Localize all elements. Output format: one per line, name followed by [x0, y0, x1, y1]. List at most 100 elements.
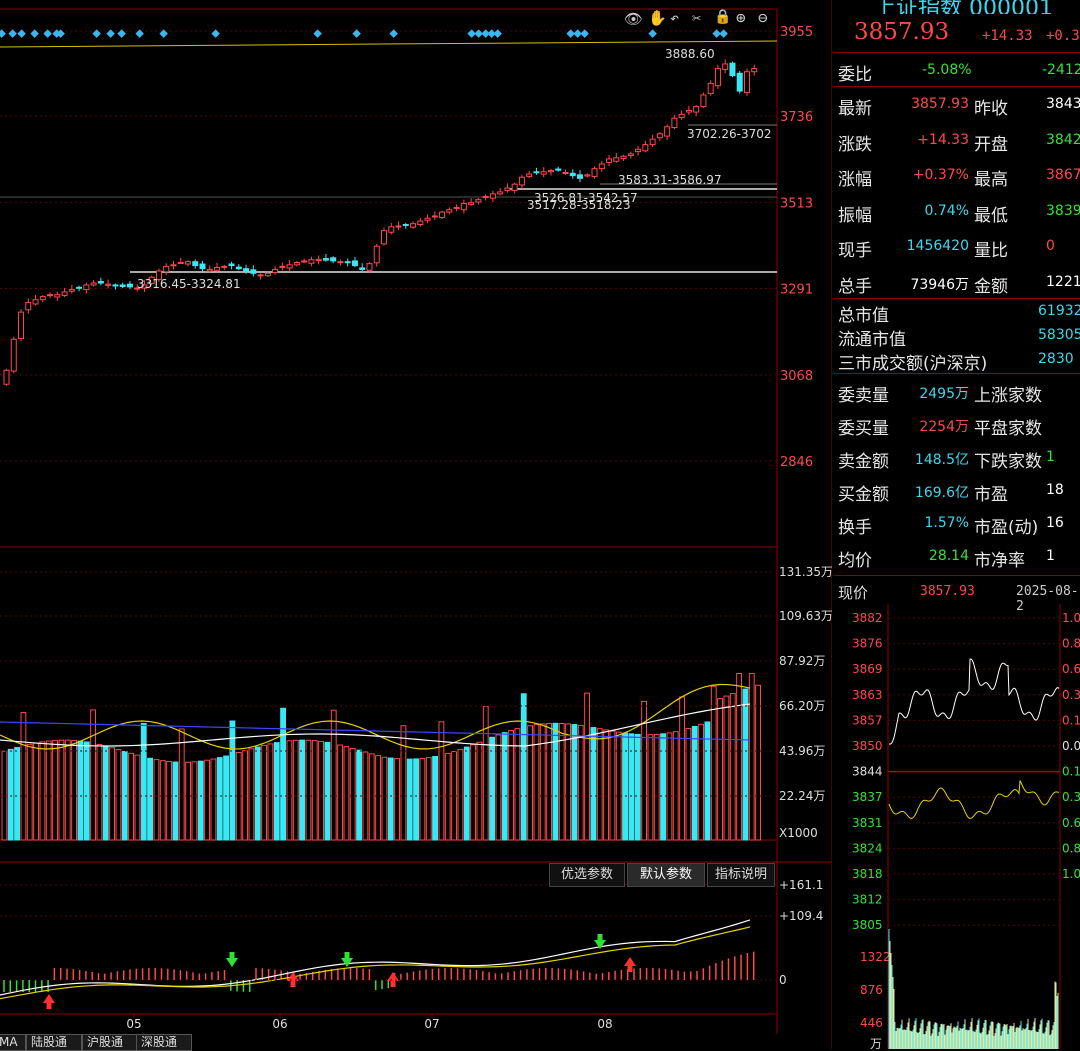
candle-body: [497, 191, 504, 195]
signal-diamond: [106, 29, 115, 38]
candle-body: [555, 168, 562, 171]
candle-body: [199, 263, 206, 270]
market-label: 流通市值: [838, 330, 906, 350]
lock-icon[interactable]: 🔒: [714, 9, 731, 25]
volume-bar: [672, 731, 679, 841]
candle-body: [308, 259, 315, 264]
volume-bar: [26, 743, 33, 841]
volume-bar: [204, 759, 211, 841]
quote-label: 涨跌: [838, 134, 872, 155]
quote-value: 1: [1046, 449, 1055, 465]
candle-body: [221, 265, 228, 268]
candle-body: [25, 301, 32, 311]
quote-value: 2254万: [919, 419, 969, 435]
volume-bar: [736, 672, 743, 841]
signal-diamond: [117, 29, 126, 38]
quote-value: 73946万: [910, 276, 969, 293]
price-annotation: 3583.31-3586.97: [618, 173, 722, 187]
volume-bar: [77, 740, 84, 841]
chart-grid: [0, 0, 832, 1049]
intraday-pct-tick: 0.3: [1062, 688, 1080, 702]
candlestick-chart[interactable]: 3955 3736 3513 3291 3068 2846 3888.60 3702.26-…: [0, 0, 832, 1049]
volume-bar: [691, 725, 698, 841]
intraday-pct-tick: 0.0: [1062, 739, 1080, 753]
quote-value: 1456420: [906, 238, 969, 254]
eye-icon[interactable]: 👁: [624, 10, 643, 28]
intraday-pct-tick: 0.1: [1062, 765, 1080, 779]
default-params-button[interactable]: 默认参数: [627, 863, 705, 887]
quote-label: 平盘家数: [974, 419, 1042, 439]
undo-icon[interactable]: ↶: [670, 9, 679, 27]
candle-body: [743, 71, 750, 94]
volume-bar: [45, 740, 52, 841]
quote-label: 振幅: [838, 205, 872, 226]
tab-sz-connect[interactable]: 深股通: [136, 1034, 192, 1051]
indicator-help-button[interactable]: 指标说明: [707, 863, 775, 887]
hand-icon[interactable]: ✋: [648, 9, 667, 27]
volume-bar: [39, 741, 46, 841]
quote-row: 委卖量 2495万 上涨家数: [836, 376, 1080, 408]
volume-bar: [615, 731, 622, 841]
intraday-price-line: [888, 658, 1060, 745]
candle-body: [468, 202, 475, 205]
candle-body: [126, 283, 133, 288]
scissors-icon[interactable]: ✂: [692, 9, 701, 27]
quote-label: 开盘: [974, 134, 1008, 155]
tab-ma[interactable]: MA: [0, 1034, 26, 1051]
quote-label: 昨收: [974, 99, 1008, 119]
volume-bar: [102, 745, 109, 841]
volume-bar: [565, 723, 572, 841]
candle-body: [170, 264, 177, 267]
preferred-params-button[interactable]: 优选参数: [549, 863, 625, 887]
candle-body: [562, 172, 569, 175]
volume-bar: [115, 749, 122, 841]
candle-body: [163, 265, 170, 273]
candle-body: [337, 261, 344, 264]
volume-tick-label: 22.24万: [779, 789, 825, 803]
intraday-pct-tick: 0.8: [1062, 637, 1080, 651]
candle-body: [598, 163, 605, 170]
volume-bar: [197, 760, 204, 841]
volume-bar: [501, 732, 508, 841]
quote-value: 1221: [1046, 273, 1080, 290]
zoom-in-icon[interactable]: ⊕: [736, 8, 746, 27]
arrow-stem: [390, 981, 396, 987]
volume-bar: [482, 705, 489, 841]
volume-tick-label: 109.63万: [779, 609, 832, 623]
volume-bar: [368, 753, 375, 841]
arrow-stem: [46, 1003, 52, 1009]
weibi-value2: -2412: [1042, 62, 1080, 78]
candle-body: [105, 283, 112, 286]
intraday-price-tick: 3869: [852, 662, 883, 676]
intraday-pct-tick: 0.6: [1062, 816, 1080, 830]
volume-bar: [140, 722, 147, 841]
candle-body: [39, 296, 46, 301]
candle-body: [649, 138, 656, 146]
volume-bar: [590, 727, 597, 841]
volume-bar: [425, 757, 432, 841]
candle-body: [482, 196, 489, 199]
candle-body: [424, 217, 431, 221]
candle-body: [373, 245, 380, 264]
quote-row: 涨幅 +0.37% 最高 3867: [836, 160, 1080, 192]
quote-value: 1.57%: [924, 515, 969, 531]
volume-bar: [387, 757, 394, 841]
intraday-price-tick: 3863: [852, 688, 883, 702]
intraday-chart[interactable]: 3882 1.0 3876 0.8 3869 0.6 3863 0.3 3857 0.1 3850 0…: [834, 604, 1080, 1049]
candle-body: [577, 174, 584, 179]
quote-label: 均价: [838, 551, 872, 571]
candle-body: [381, 230, 387, 245]
zoom-out-icon[interactable]: ⊖: [758, 8, 768, 27]
quote-row: 振幅 0.74% 最低 3839: [836, 196, 1080, 228]
volume-bar: [527, 725, 534, 841]
tab-hk-connect[interactable]: 陆股通: [26, 1034, 82, 1051]
price-annotation: 3702.26-3702: [687, 127, 772, 141]
volume-bar: [109, 747, 115, 841]
volume-bar: [394, 758, 400, 841]
volume-bar: [584, 692, 591, 841]
tab-sh-connect[interactable]: 沪股通: [82, 1034, 138, 1051]
quote-value: 148.5亿: [914, 452, 969, 468]
candle-body: [90, 282, 97, 286]
candle-body: [344, 261, 351, 264]
quote-value: +14.33: [917, 131, 969, 148]
